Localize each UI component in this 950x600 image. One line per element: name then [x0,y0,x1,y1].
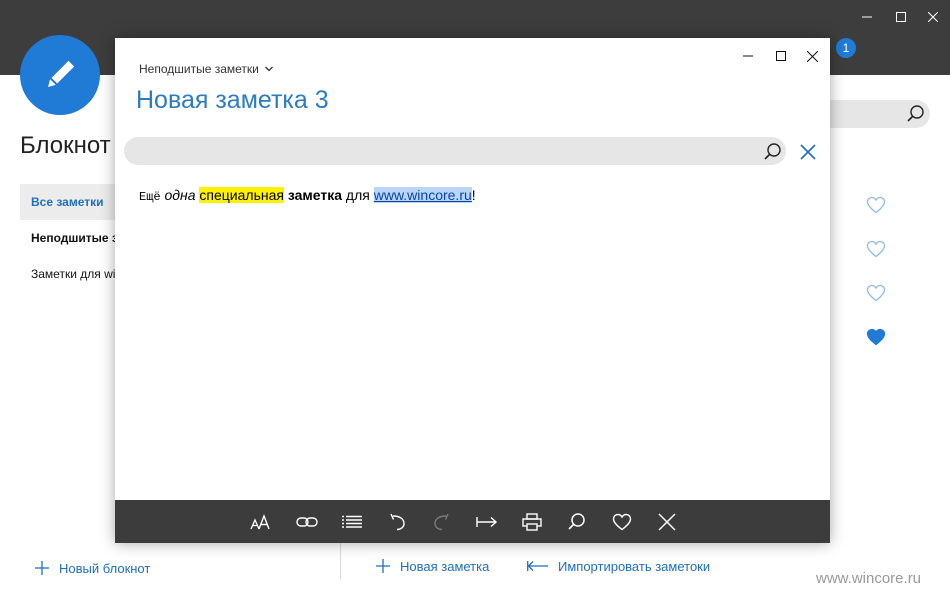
search-icon[interactable] [906,104,926,124]
plus-icon [376,559,390,573]
text-segment-monospace: Ещё [139,190,161,204]
sidebar-item-wincore-notes[interactable]: Заметки для wincore [20,256,120,292]
close-icon [658,512,676,531]
insert-link-button[interactable] [287,500,327,543]
main-close-button[interactable] [916,5,950,29]
favorite-heart-icon[interactable] [866,196,886,214]
note-minimize-button[interactable] [731,46,765,66]
text-segment-plain: для [345,187,370,203]
favorite-button[interactable] [602,500,642,543]
minimize-icon [743,55,753,57]
new-notebook-button[interactable]: Новый блокнот [34,558,150,578]
pencil-icon [47,60,75,88]
watermark: www.wincore.ru [816,570,922,587]
indent-icon [476,516,498,527]
new-notebook-label: Новый блокнот [59,560,151,576]
note-window: Неподшитые заметки Новая заметка 3 Ещё о… [115,38,830,543]
maximize-icon [776,51,786,61]
search-icon [568,512,585,530]
import-notes-label: Импортировать заметоки [558,558,711,574]
text-segment-italic: одна [164,187,196,203]
breadcrumb-label: Неподшитые заметки [139,62,259,76]
link-icon [296,516,318,527]
main-minimize-button[interactable] [850,5,884,29]
note-maximize-button[interactable] [764,46,798,66]
list-icon [342,515,362,528]
list-button[interactable] [332,500,372,543]
close-search-icon[interactable] [799,143,817,161]
print-button[interactable] [512,500,552,543]
undo-button[interactable] [377,500,417,543]
sidebar-item-label: Неподшитые заметки [31,231,120,245]
new-note-label: Новая заметка [400,558,490,574]
text-segment-bold: заметка [287,187,343,203]
notification-badge[interactable]: 1 [836,38,856,58]
plus-icon [35,561,49,575]
redo-icon [434,513,449,530]
heart-icon [612,513,632,530]
note-link[interactable]: www.wincore.ru [373,187,472,203]
new-note-button[interactable]: Новая заметка [375,556,489,576]
minimize-icon [862,16,872,18]
main-maximize-button[interactable] [884,5,918,29]
formatting-toolbar [115,500,830,543]
note-body[interactable]: Ещё одна специальная заметка для www.win… [139,187,476,204]
app-logo [20,35,100,115]
sidebar-item-all-notes[interactable]: Все заметки [20,184,120,220]
find-button[interactable] [557,500,597,543]
notebook-selector[interactable]: Неподшитые заметки [139,62,273,76]
redo-button[interactable] [422,500,462,543]
favorite-heart-icon[interactable] [866,284,886,302]
undo-icon [390,513,405,530]
sidebar-item-label: Все заметки [31,195,104,209]
favorite-heart-icon[interactable] [866,240,886,258]
note-close-button[interactable] [795,46,829,66]
note-title[interactable]: Новая заметка 3 [136,86,329,115]
text-segment-highlight: специальная [199,187,284,203]
sidebar-item-unfiled-notes[interactable]: Неподшитые заметки [20,220,120,256]
font-size-icon [250,513,270,529]
text-segment-plain: ! [471,187,476,203]
print-icon [522,512,542,531]
chevron-down-icon [264,66,273,72]
search-icon[interactable] [763,142,783,162]
favorite-heart-filled-icon[interactable] [866,328,886,346]
close-note-button[interactable] [647,500,687,543]
import-notes-button[interactable]: Импортировать заметоки [527,556,710,576]
app-heading: Блокнот [20,132,111,159]
indent-button[interactable] [467,500,507,543]
bottom-divider [340,543,341,579]
note-search-input[interactable] [124,137,786,165]
font-size-button[interactable] [241,500,281,543]
maximize-icon [896,12,906,22]
close-icon [928,12,938,22]
close-icon [806,50,818,62]
sidebar-item-label: Заметки для wincore [31,267,120,281]
import-arrow-icon [527,561,548,571]
